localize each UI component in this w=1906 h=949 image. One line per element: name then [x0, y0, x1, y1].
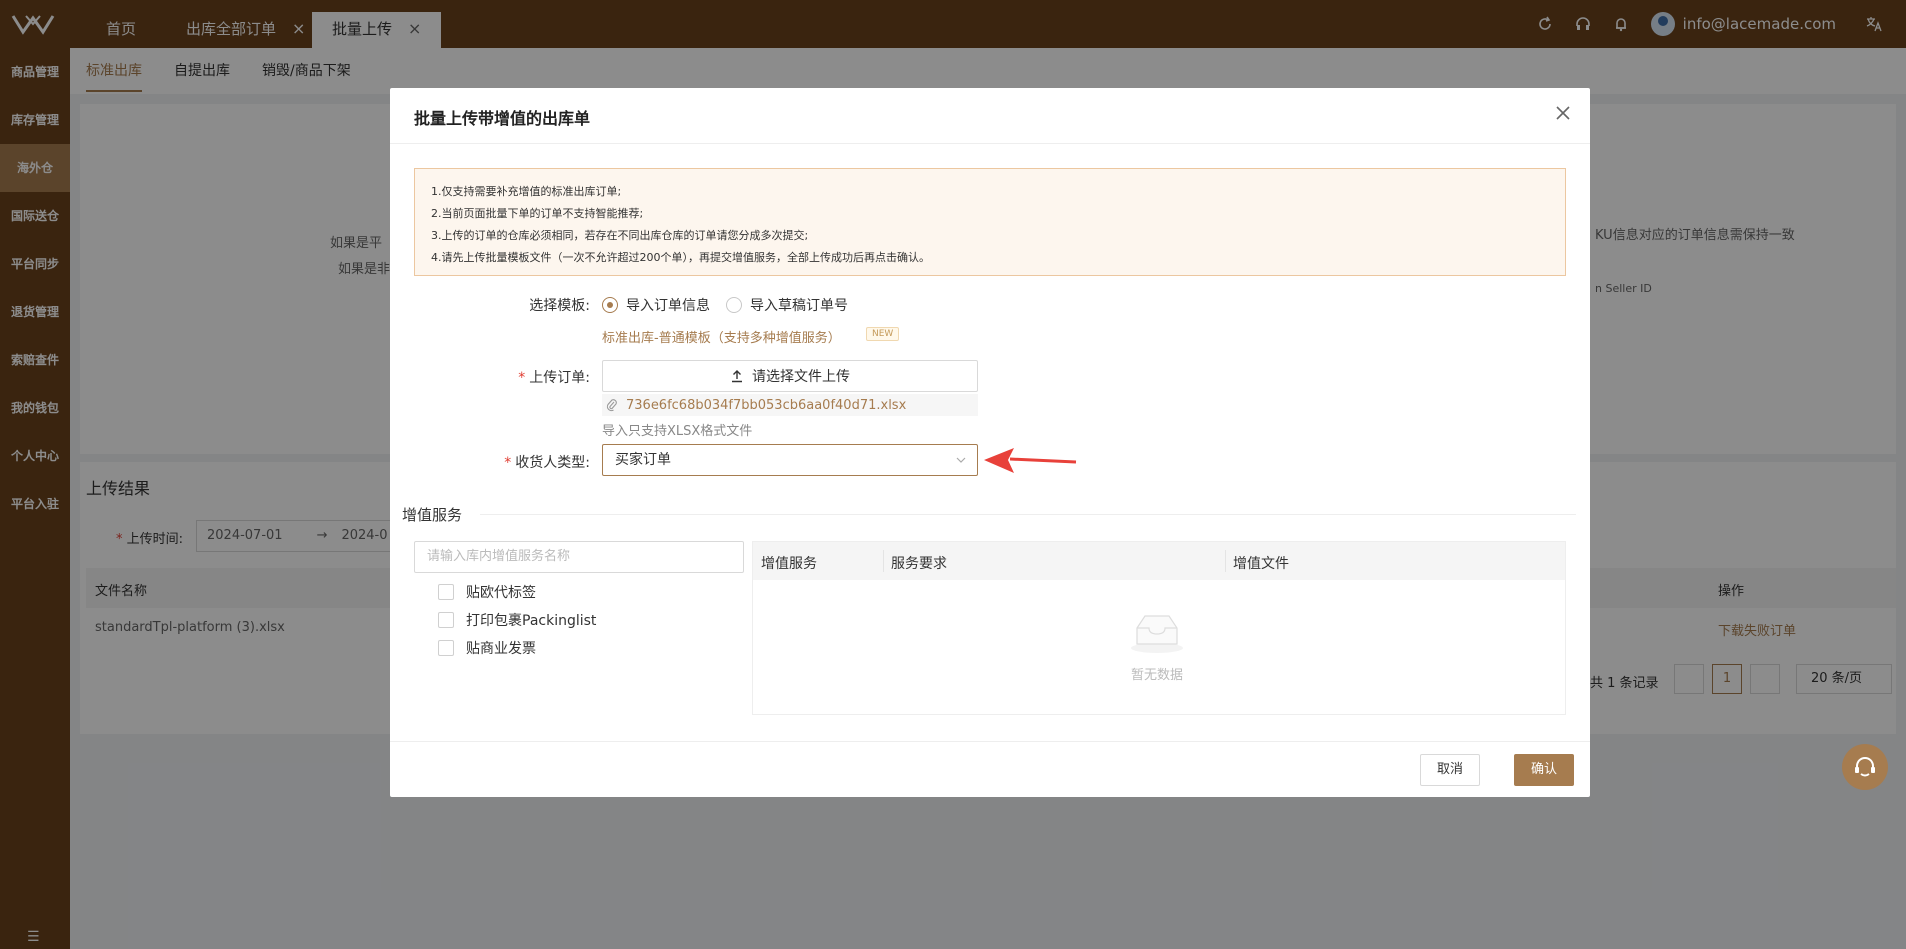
empty-box-icon — [1131, 615, 1183, 653]
template-download-link[interactable]: 标准出库-普通模板（支持多种增值服务） — [602, 327, 841, 346]
confirm-button[interactable]: 确认 — [1514, 754, 1574, 786]
service-checkbox-eu-rep-label[interactable]: 贴欧代标签 — [438, 582, 536, 602]
notice-line: 1.仅支持需要补充增值的标准出库订单; — [431, 185, 622, 198]
receiver-type-select[interactable]: 买家订单 — [602, 444, 978, 476]
notice-line: 4.请先上传批量模板文件（一次不允许超过200个单），再提交增值服务，全部上传成… — [431, 251, 930, 264]
close-icon[interactable] — [1552, 102, 1574, 124]
customer-service-button[interactable] — [1842, 744, 1888, 790]
notice-line: 2.当前页面批量下单的订单不支持智能推荐; — [431, 207, 644, 220]
cancel-button[interactable]: 取消 — [1420, 754, 1480, 786]
upload-format-hint: 导入只支持XLSX格式文件 — [602, 424, 753, 439]
radio-selected-icon — [602, 297, 618, 313]
upload-icon — [732, 370, 742, 383]
uploaded-file-item[interactable]: 736e6fc68b034f7bb053cb6aa0f40d71.xlsx — [602, 394, 978, 416]
service-search-input[interactable]: 请输入库内增值服务名称 — [414, 541, 744, 573]
table-header: 增值服务 服务要求 增值文件 — [753, 542, 1565, 580]
annotation-arrow-icon — [984, 448, 1077, 473]
value-added-table: 增值服务 服务要求 增值文件 暂无数据 — [752, 541, 1566, 715]
empty-text: 暂无数据 — [1131, 668, 1184, 683]
modal-title: 批量上传带增值的出库单 — [414, 109, 591, 128]
modal-footer: 取消 确认 — [390, 741, 1590, 797]
service-checkbox-packinglist[interactable]: 打印包裹Packinglist — [438, 610, 596, 630]
modal-header: 批量上传带增值的出库单 — [390, 88, 1590, 144]
value-added-title: 增值服务 — [402, 506, 463, 524]
radio-unselected-icon — [726, 297, 742, 313]
col-requirement: 服务要求 — [891, 556, 947, 572]
notice-line: 3.上传的订单的仓库必须相同，若存在不同出库仓库的订单请您分成多次提交; — [431, 229, 809, 242]
col-file: 增值文件 — [1233, 556, 1289, 572]
col-service: 增值服务 — [761, 556, 817, 572]
receiver-type-label: * 收货人类型: — [504, 455, 590, 471]
upload-order-label: * 上传订单: — [518, 370, 590, 386]
batch-upload-modal: 批量上传带增值的出库单 1.仅支持需要补充增值的标准出库订单; 2.当前页面批量… — [390, 88, 1590, 797]
headset-icon — [1855, 757, 1875, 777]
template-label: 选择模板: — [529, 298, 590, 314]
section-divider — [480, 514, 1576, 515]
notice-box: 1.仅支持需要补充增值的标准出库订单; 2.当前页面批量下单的订单不支持智能推荐… — [414, 168, 1566, 276]
paperclip-icon — [606, 399, 617, 412]
radio-import-draft-order-no[interactable]: 导入草稿订单号 — [726, 295, 848, 315]
service-checkbox-commercial-invoice[interactable]: 贴商业发票 — [438, 638, 536, 658]
new-badge: NEW — [866, 327, 900, 341]
radio-import-order-info[interactable]: 导入订单信息 — [602, 295, 710, 315]
chevron-down-icon — [956, 457, 966, 463]
upload-file-button[interactable]: 请选择文件上传 — [602, 360, 978, 392]
